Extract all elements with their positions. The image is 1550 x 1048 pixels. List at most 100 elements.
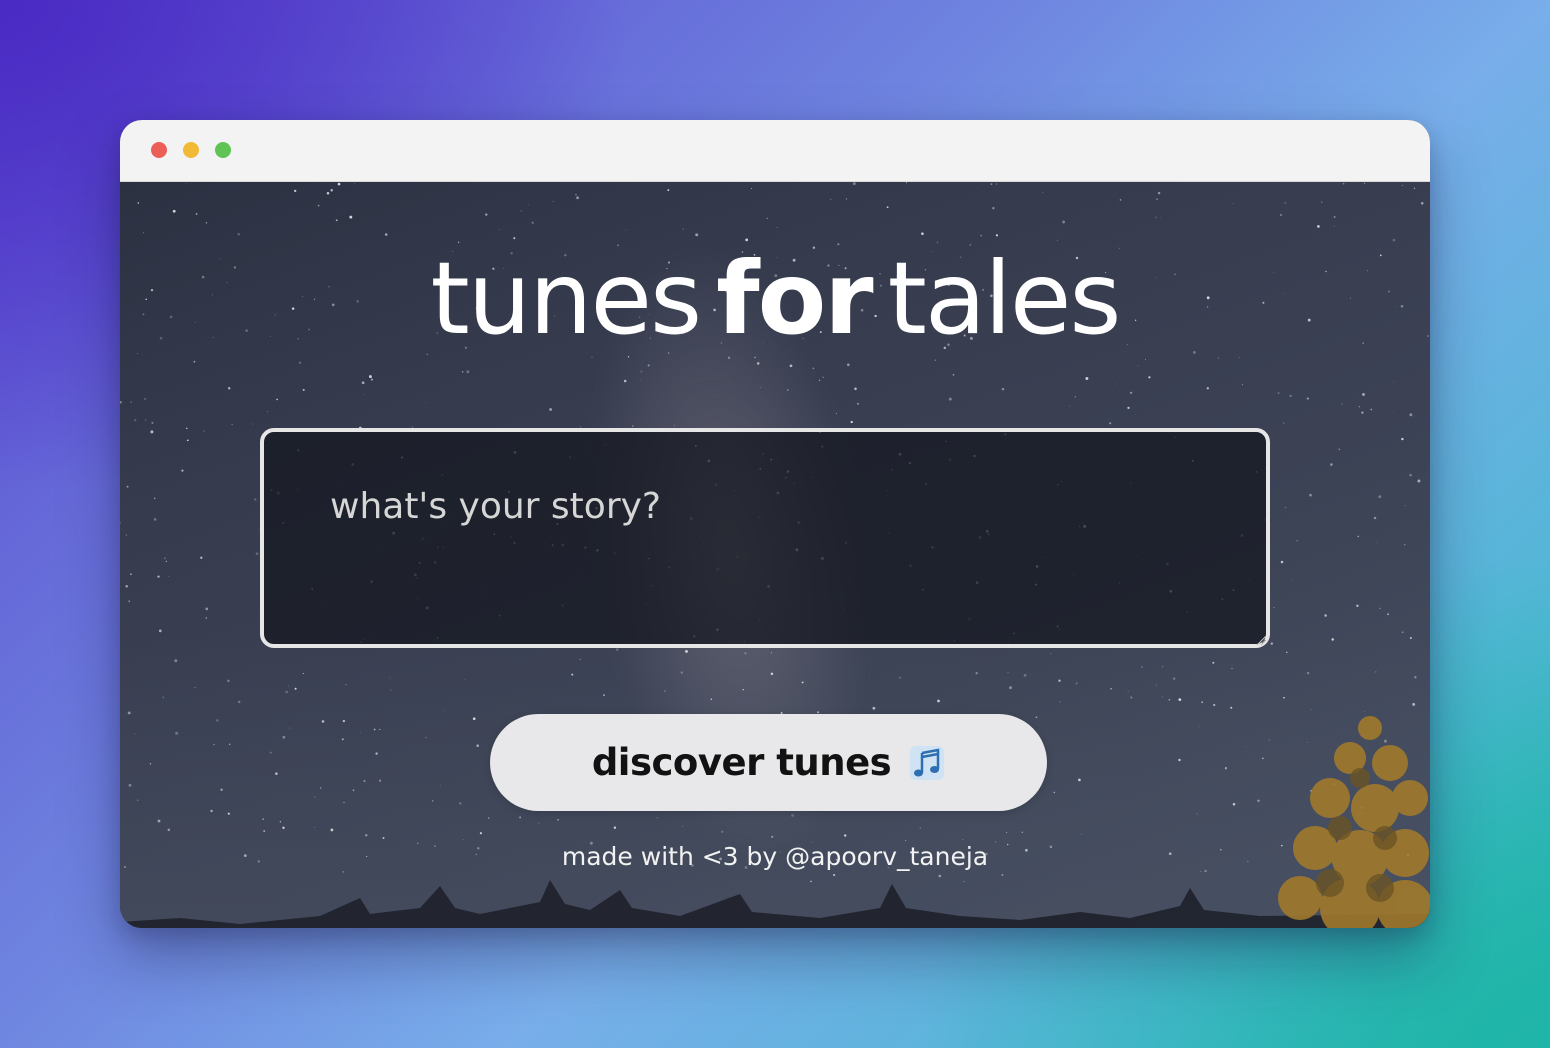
star (1324, 614, 1327, 617)
star (128, 783, 132, 787)
star (787, 389, 789, 391)
star (1338, 448, 1341, 451)
star (791, 813, 795, 817)
star (905, 182, 907, 184)
star (150, 430, 154, 434)
star (349, 215, 353, 219)
star (948, 397, 952, 401)
star (194, 687, 196, 689)
star (1074, 396, 1077, 398)
star (210, 809, 213, 813)
minimize-window-button[interactable] (183, 142, 199, 158)
maximize-window-button[interactable] (215, 142, 231, 158)
star (162, 696, 164, 698)
star (872, 706, 876, 710)
star (294, 687, 297, 690)
star (1075, 682, 1078, 685)
star (220, 798, 222, 800)
star (856, 402, 860, 405)
star (1178, 698, 1182, 701)
star (1361, 411, 1364, 414)
star (1286, 651, 1288, 654)
star (1212, 661, 1215, 664)
star (1420, 202, 1424, 205)
star (149, 763, 152, 765)
star (852, 182, 856, 186)
star (1009, 686, 1012, 690)
star (1062, 220, 1066, 224)
star (340, 207, 342, 209)
star (1401, 437, 1404, 441)
star (1373, 516, 1377, 520)
star (1144, 358, 1146, 360)
star (466, 370, 470, 374)
star (770, 652, 773, 654)
story-input[interactable] (260, 428, 1270, 648)
star (674, 424, 675, 426)
star (1330, 463, 1333, 466)
star (575, 194, 577, 196)
star (282, 826, 285, 829)
star (1127, 406, 1130, 410)
star (1162, 666, 1164, 668)
star (557, 818, 559, 821)
star (1078, 778, 1081, 782)
star (1160, 216, 1162, 218)
star (812, 367, 815, 370)
star (1006, 832, 1008, 834)
star (771, 835, 774, 838)
star (776, 226, 778, 228)
star (275, 772, 278, 775)
star (389, 677, 391, 679)
discover-tunes-button[interactable]: discover tunes (490, 714, 1047, 811)
star (425, 737, 427, 739)
star (464, 679, 465, 680)
resize-handle-icon[interactable] (1255, 634, 1267, 646)
star (1417, 479, 1421, 483)
star (165, 560, 168, 563)
star (145, 419, 147, 421)
star (193, 360, 196, 363)
star (615, 648, 619, 651)
title-word-tunes: tunes (430, 240, 702, 357)
star (1331, 638, 1334, 641)
star (1053, 791, 1056, 794)
star (125, 534, 128, 536)
star (137, 202, 140, 204)
star (205, 617, 207, 619)
star (996, 183, 998, 185)
star (237, 232, 241, 236)
star (360, 732, 361, 734)
star (836, 412, 838, 414)
star (1155, 216, 1157, 218)
star (664, 690, 666, 692)
star (1409, 636, 1412, 640)
star (263, 830, 266, 833)
star (1413, 187, 1416, 190)
star (425, 402, 427, 404)
star (1409, 473, 1412, 477)
star (335, 219, 338, 222)
star (1290, 579, 1292, 581)
star (134, 419, 137, 422)
star (519, 816, 522, 819)
star (384, 233, 388, 236)
star (485, 213, 488, 216)
star (203, 430, 205, 432)
star (623, 379, 627, 383)
star (282, 735, 286, 739)
star (186, 439, 189, 442)
star (1238, 357, 1240, 359)
star (378, 779, 382, 782)
star (361, 381, 365, 385)
star (818, 379, 821, 382)
star (695, 233, 699, 237)
star (443, 709, 444, 711)
star (1148, 376, 1151, 379)
close-window-button[interactable] (151, 142, 167, 158)
star (382, 836, 385, 840)
star (458, 802, 462, 805)
star (579, 658, 581, 660)
star (1270, 642, 1274, 645)
star (472, 717, 476, 721)
